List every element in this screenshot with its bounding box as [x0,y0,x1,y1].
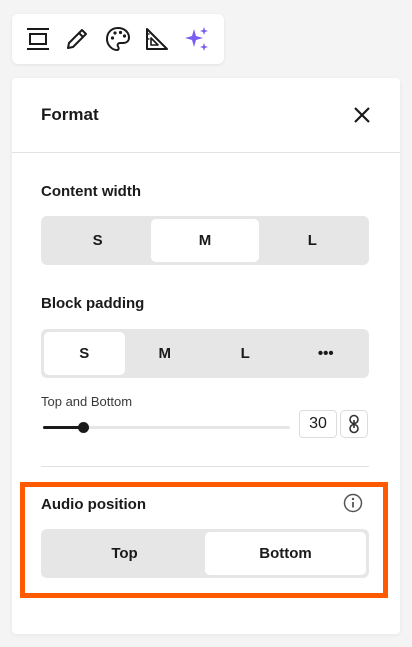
pencil-icon [67,29,87,49]
set-square-icon [146,28,168,50]
block-padding-label: Block padding [41,295,145,312]
close-button[interactable] [350,103,374,127]
pencil-button[interactable] [63,25,91,53]
link-values-button[interactable] [340,410,368,438]
padding-slider-fill [43,426,83,429]
padding-value-input[interactable]: 30 [299,410,337,438]
padding-sub-label: Top and Bottom [41,394,133,409]
content-width-label: Content width [41,183,141,200]
header-divider [12,152,400,153]
padding-slider-thumb[interactable] [78,422,89,433]
highlight-box [20,482,388,598]
content-width-selector: S M L [41,216,369,265]
content-width-option-m[interactable]: M [151,219,259,262]
link-icon [349,414,359,434]
block-padding-more-options[interactable]: ••• [286,332,367,375]
align-center-button[interactable] [24,25,52,53]
palette-button[interactable] [104,25,132,53]
block-padding-selector: S M L ••• [41,329,369,378]
block-padding-option-l[interactable]: L [205,332,286,375]
set-square-button[interactable] [143,25,171,53]
block-padding-option-m[interactable]: M [125,332,206,375]
ai-sparkle-icon [185,27,208,51]
ai-sparkle-button[interactable] [183,25,211,53]
close-icon [354,107,370,123]
palette-icon [105,26,131,52]
content-width-option-l[interactable]: L [259,219,366,262]
format-toolbar [12,14,224,64]
content-width-option-s[interactable]: S [44,219,151,262]
block-padding-option-s[interactable]: S [44,332,125,375]
padding-slider[interactable] [43,422,290,433]
align-center-icon [27,28,49,50]
panel-title: Format [41,105,99,124]
section-divider [41,466,369,467]
